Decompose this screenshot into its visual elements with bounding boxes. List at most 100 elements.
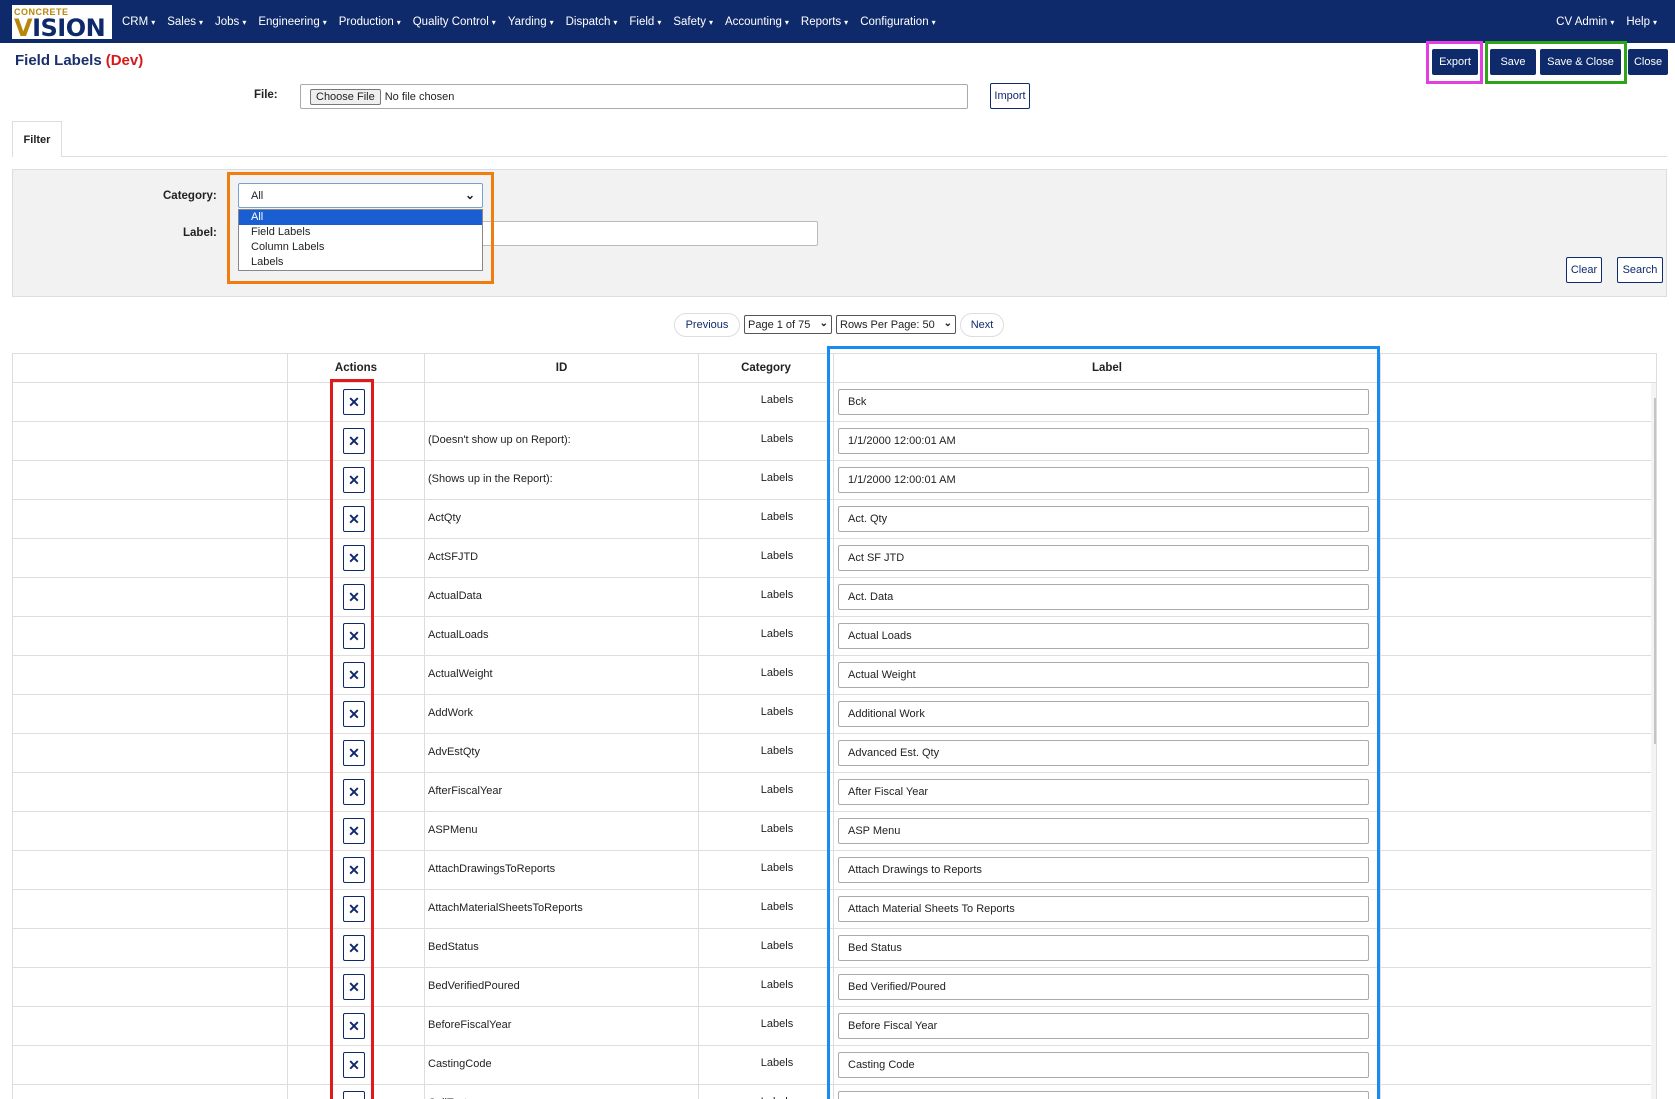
row-label-input[interactable]	[838, 1091, 1369, 1099]
menu-item[interactable]: Configuration ▾	[860, 16, 935, 28]
choose-file-button[interactable]: Choose File	[310, 88, 381, 105]
cell-divider	[287, 422, 288, 461]
menu-item[interactable]: Dispatch ▾	[566, 16, 618, 28]
col-spacer	[1380, 354, 1651, 383]
close-button[interactable]: Close	[1628, 49, 1668, 75]
delete-icon[interactable]: ✕	[343, 701, 365, 727]
cell-divider	[1380, 539, 1381, 578]
menu-item[interactable]: Quality Control ▾	[413, 16, 496, 28]
delete-icon[interactable]: ✕	[343, 1052, 365, 1078]
row-label-input[interactable]: Actual Loads	[838, 623, 1369, 649]
import-button[interactable]: Import	[990, 83, 1030, 109]
delete-icon[interactable]: ✕	[343, 584, 365, 610]
delete-icon[interactable]: ✕	[343, 818, 365, 844]
delete-icon[interactable]: ✕	[343, 935, 365, 961]
delete-icon[interactable]: ✕	[343, 779, 365, 805]
row-label-input[interactable]: Advanced Est. Qty	[838, 740, 1369, 766]
row-label-input[interactable]: Attach Material Sheets To Reports	[838, 896, 1369, 922]
scrollbar-thumb[interactable]	[1654, 398, 1656, 744]
delete-icon[interactable]: ✕	[343, 857, 365, 883]
row-label-input[interactable]: Attach Drawings to Reports	[838, 857, 1369, 883]
row-category: Labels	[760, 706, 794, 718]
delete-icon[interactable]: ✕	[343, 896, 365, 922]
cell-divider	[698, 461, 699, 500]
menu-item[interactable]: Accounting ▾	[725, 16, 789, 28]
delete-icon[interactable]: ✕	[343, 467, 365, 493]
row-label-input[interactable]: 1/1/2000 12:00:01 AM	[838, 467, 1369, 493]
row-label-input[interactable]: 1/1/2000 12:00:01 AM	[838, 428, 1369, 454]
user-menu-item[interactable]: CV Admin ▾	[1556, 16, 1614, 28]
cell-divider	[287, 500, 288, 539]
previous-page-button[interactable]: Previous	[674, 313, 740, 337]
file-input[interactable]: Choose File No file chosen	[300, 84, 968, 109]
delete-icon[interactable]: ✕	[343, 1013, 365, 1039]
cell-divider	[833, 851, 834, 890]
menu-item[interactable]: CRM ▾	[122, 16, 155, 28]
row-label-input[interactable]: Bck	[838, 389, 1369, 415]
menu-item[interactable]: Engineering ▾	[258, 16, 326, 28]
cell-divider	[1380, 1007, 1381, 1046]
cell-divider	[1380, 734, 1381, 773]
row-id: CastingCode	[428, 1058, 492, 1070]
row-id: ActSFJTD	[428, 551, 479, 563]
delete-icon[interactable]: ✕	[343, 545, 365, 571]
category-option[interactable]: Labels	[239, 255, 482, 270]
delete-icon[interactable]: ✕	[343, 506, 365, 532]
category-option[interactable]: Column Labels	[239, 240, 482, 255]
delete-icon[interactable]: ✕	[343, 428, 365, 454]
cell-divider	[287, 851, 288, 890]
row-id: AfterFiscalYear	[428, 785, 503, 797]
delete-icon[interactable]: ✕	[343, 740, 365, 766]
delete-icon[interactable]: ✕	[343, 1091, 365, 1099]
category-option[interactable]: All	[239, 210, 482, 225]
menu-item[interactable]: Sales ▾	[167, 16, 203, 28]
menu-item[interactable]: Reports ▾	[801, 16, 848, 28]
delete-icon[interactable]: ✕	[343, 623, 365, 649]
row-label-input[interactable]: Bed Status	[838, 935, 1369, 961]
cell-divider	[424, 929, 425, 968]
save-close-button[interactable]: Save & Close	[1540, 49, 1621, 75]
row-category: Labels	[760, 862, 794, 874]
cell-divider	[833, 695, 834, 734]
row-id: ActQty	[428, 512, 462, 524]
save-button[interactable]: Save	[1490, 49, 1536, 75]
page-select[interactable]: Page 1 of 75 ⌄	[744, 315, 832, 334]
menu-item[interactable]: Field ▾	[629, 16, 661, 28]
row-label-input[interactable]: Act SF JTD	[838, 545, 1369, 571]
help-menu-item[interactable]: Help ▾	[1626, 16, 1657, 28]
row-label-input[interactable]: Act. Qty	[838, 506, 1369, 532]
delete-icon[interactable]: ✕	[343, 662, 365, 688]
rows-per-page-select[interactable]: Rows Per Page: 50 ⌄	[836, 315, 956, 334]
delete-icon[interactable]: ✕	[343, 974, 365, 1000]
row-label-input[interactable]: Bed Verified/Poured	[838, 974, 1369, 1000]
clear-button[interactable]: Clear	[1566, 257, 1602, 283]
row-label-input[interactable]: Actual Weight	[838, 662, 1369, 688]
menu-item[interactable]: Safety ▾	[673, 16, 713, 28]
next-page-button[interactable]: Next	[960, 313, 1004, 337]
row-category: Labels	[760, 472, 794, 484]
concrete-vision-logo[interactable]: CONCRETE VISION	[12, 5, 112, 42]
row-category: Labels	[760, 667, 794, 679]
cell-divider	[833, 500, 834, 539]
menu-item[interactable]: Jobs ▾	[215, 16, 246, 28]
delete-icon[interactable]: ✕	[343, 389, 365, 415]
category-select[interactable]: All ⌄	[238, 183, 483, 208]
search-button[interactable]: Search	[1617, 257, 1663, 283]
category-option[interactable]: Field Labels	[239, 225, 482, 240]
label-filter-label: Label:	[183, 227, 217, 239]
row-id: (Shows up in the Report):	[428, 473, 553, 485]
cell-divider	[698, 812, 699, 851]
menu-item[interactable]: Yarding ▾	[508, 16, 554, 28]
menu-item[interactable]: Production ▾	[339, 16, 401, 28]
row-label-input[interactable]: Before Fiscal Year	[838, 1013, 1369, 1039]
row-label-input[interactable]: After Fiscal Year	[838, 779, 1369, 805]
row-label-input[interactable]: Casting Code	[838, 1052, 1369, 1078]
row-label-input[interactable]: Additional Work	[838, 701, 1369, 727]
cell-divider	[1380, 461, 1381, 500]
row-label-input[interactable]: ASP Menu	[838, 818, 1369, 844]
row-label-input[interactable]: Act. Data	[838, 584, 1369, 610]
table-row: ✕ Labels Bck	[13, 383, 1656, 422]
cell-divider	[424, 617, 425, 656]
tab-filter[interactable]: Filter	[12, 121, 62, 157]
export-button[interactable]: Export	[1432, 49, 1478, 75]
